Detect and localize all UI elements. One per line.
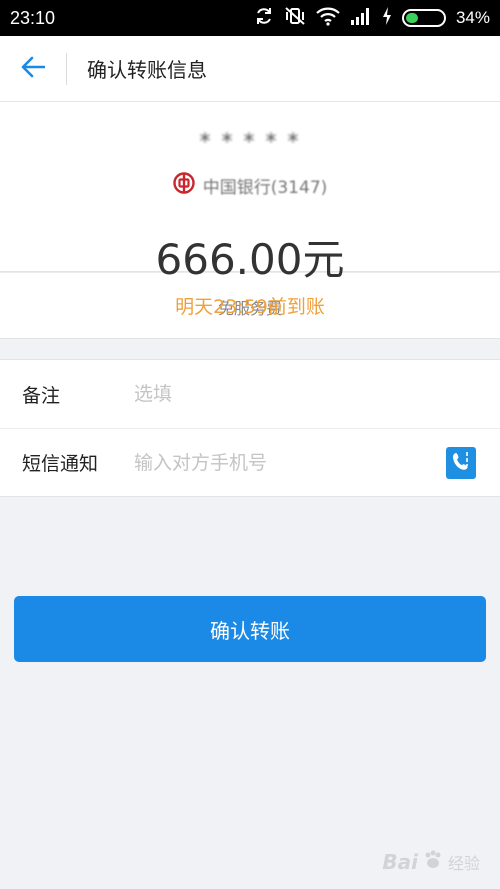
battery-icon xyxy=(401,9,446,27)
transfer-form: 备注 短信通知 xyxy=(0,359,500,497)
remark-row: 备注 xyxy=(0,360,500,428)
arrival-time-text: 明天23:59前到账 xyxy=(175,296,325,318)
signal-icon xyxy=(350,7,372,29)
bank-row: 中国银行(3147) xyxy=(0,172,500,198)
vibrate-icon xyxy=(284,6,306,30)
phone-contact-icon xyxy=(451,450,471,476)
status-bar: 23:10 34% xyxy=(0,0,500,36)
page-title: 确认转账信息 xyxy=(87,58,207,82)
phone-input[interactable] xyxy=(134,451,446,474)
sms-label: 短信通知 xyxy=(22,453,99,475)
back-button[interactable] xyxy=(0,36,66,102)
contact-picker-button[interactable] xyxy=(446,446,476,479)
charging-icon xyxy=(382,7,392,29)
bank-of-china-logo xyxy=(173,172,195,198)
battery-fill xyxy=(405,13,419,23)
sms-row: 短信通知 xyxy=(0,428,500,496)
remark-label: 备注 xyxy=(22,384,61,407)
watermark-text: Bai xyxy=(382,850,418,874)
watermark: Bai 经验 xyxy=(382,849,480,875)
remark-input[interactable] xyxy=(134,383,500,405)
payee-name: * * * * * xyxy=(199,130,301,155)
bank-name: 中国银行(3147) xyxy=(202,177,328,198)
sync-icon xyxy=(254,6,274,30)
wifi-icon xyxy=(316,6,340,30)
paw-icon xyxy=(422,849,444,875)
confirm-transfer-button[interactable]: 确认转账 xyxy=(14,596,486,662)
payee-card: * * * * * 中国银行(3147) 666.00元 免服务费 xyxy=(0,102,500,318)
watermark-sub: 经验 xyxy=(447,854,480,873)
arrow-left-icon xyxy=(21,56,46,82)
status-time: 23:10 xyxy=(10,7,56,28)
app-header: 确认转账信息 xyxy=(0,36,500,102)
battery-percent: 34% xyxy=(455,8,490,27)
status-icons: 34% xyxy=(254,6,490,30)
header-divider xyxy=(66,52,67,85)
